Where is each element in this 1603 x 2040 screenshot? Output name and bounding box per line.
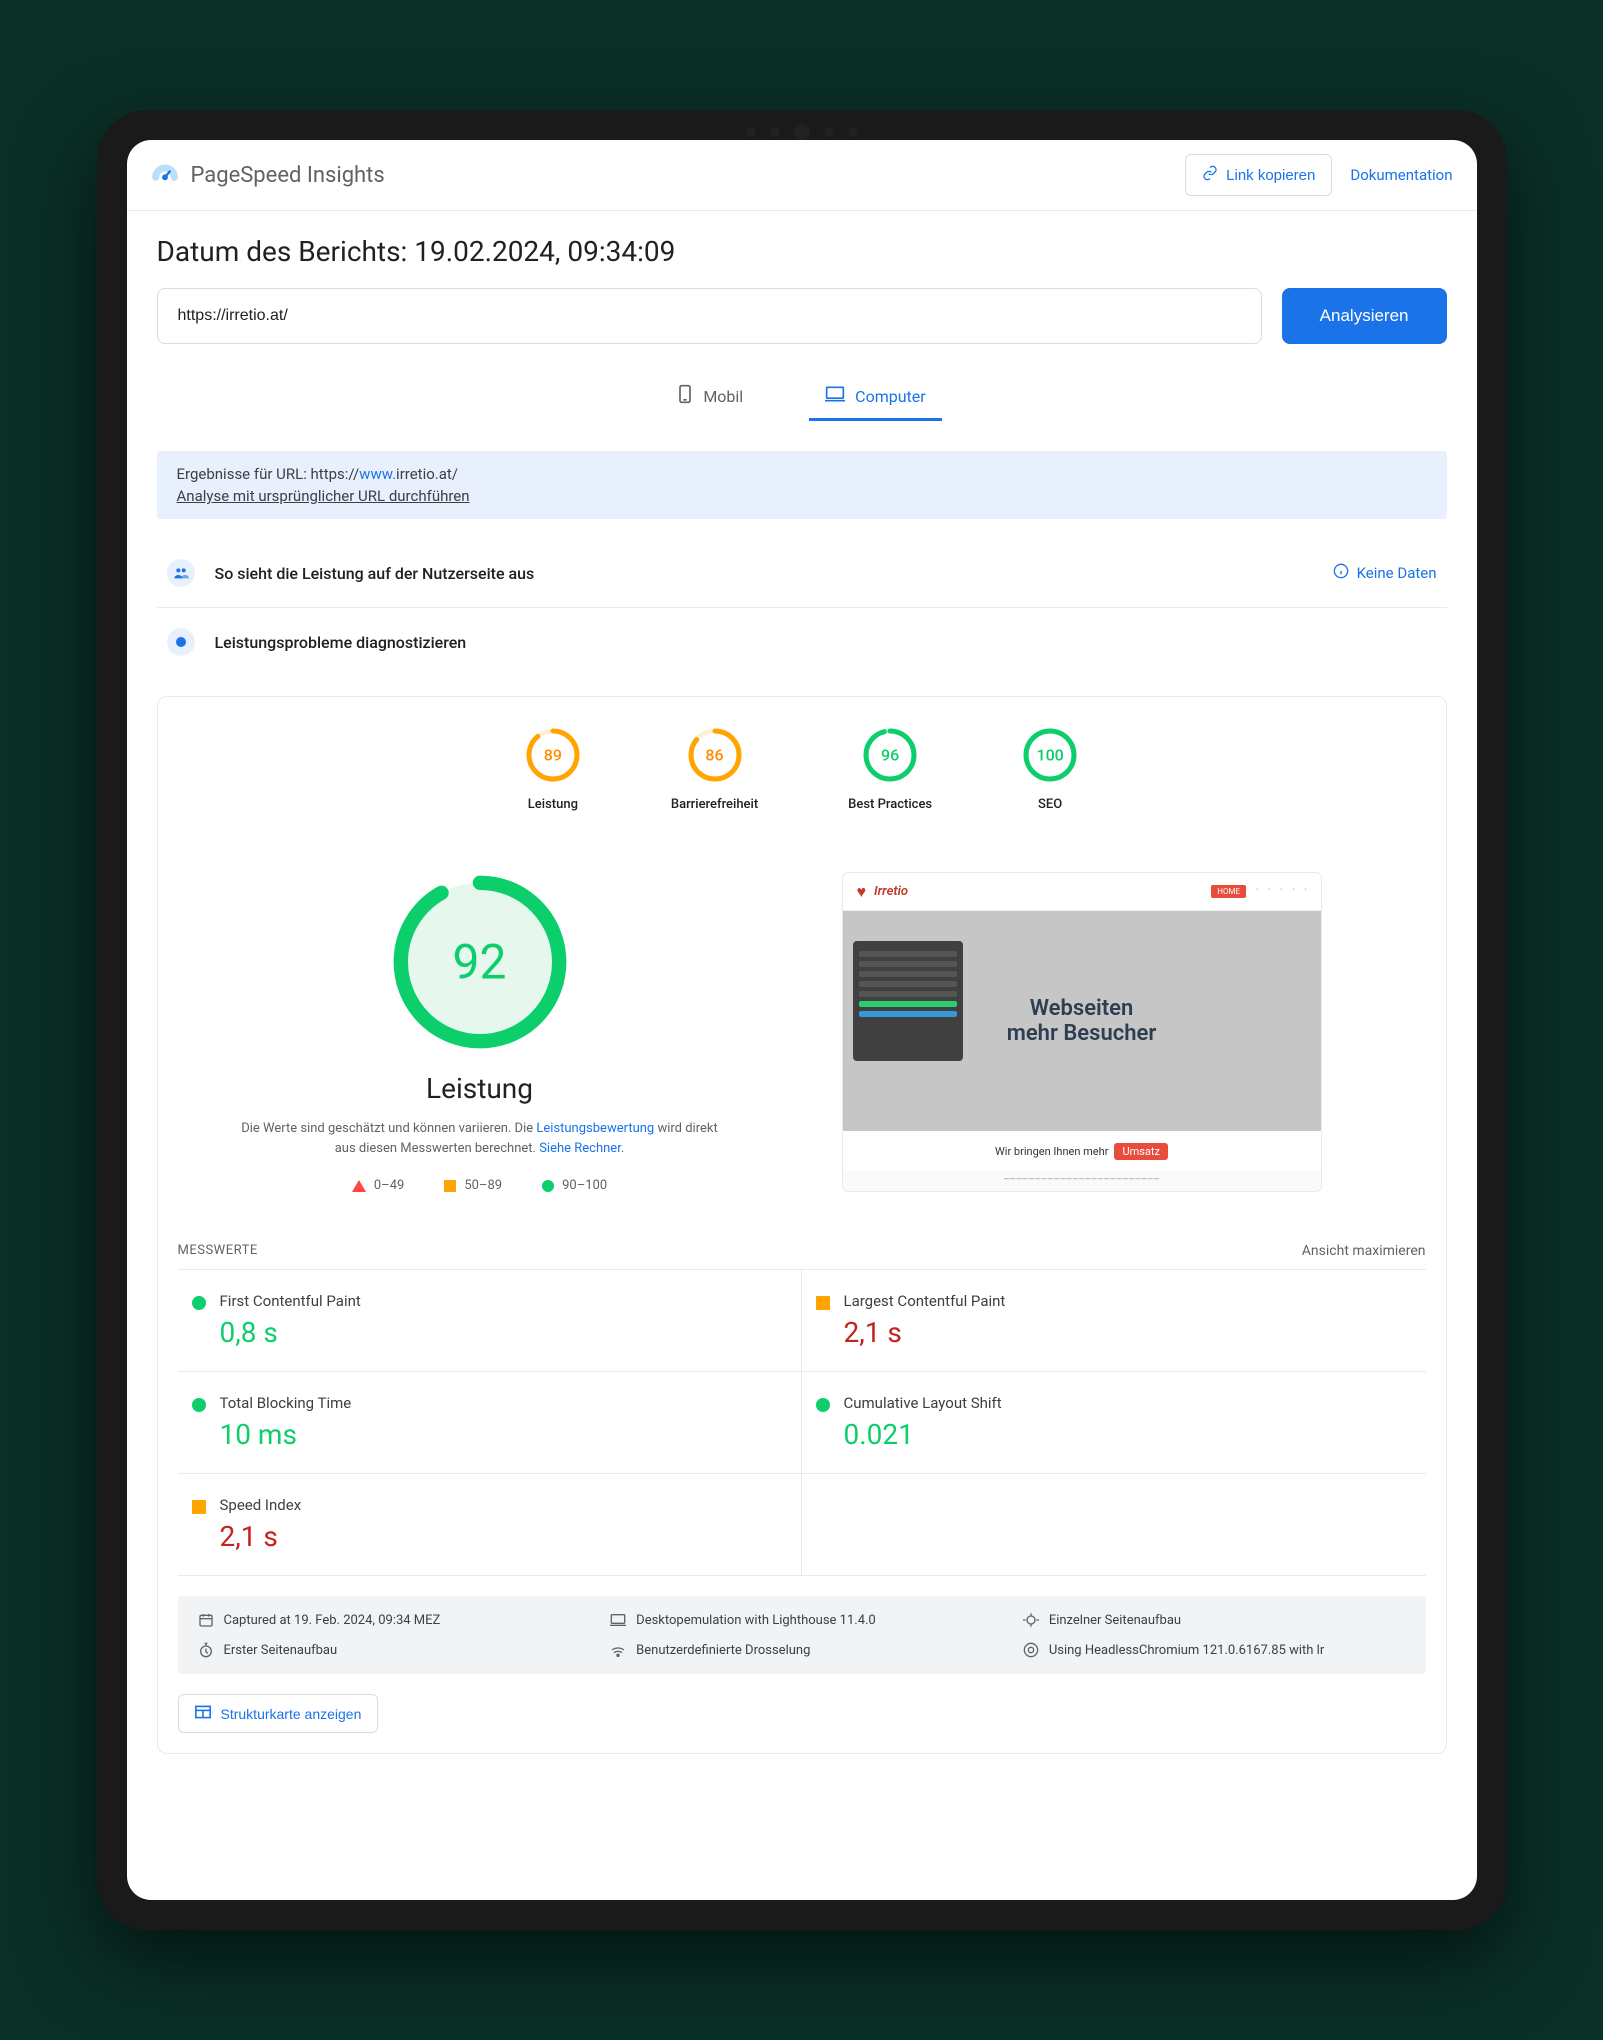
expand-view-link[interactable]: Ansicht maximieren [1302, 1243, 1426, 1259]
info-meta-icon [610, 1642, 626, 1658]
info-meta-icon [1023, 1642, 1039, 1658]
info-meta-icon [198, 1612, 214, 1628]
status-indicator-icon [816, 1398, 830, 1412]
info-meta-icon [1023, 1612, 1039, 1628]
show-treemap-button[interactable]: Strukturkarte anzeigen [178, 1694, 379, 1733]
tablet-frame: PageSpeed Insights Link kopieren Dokumen… [97, 110, 1507, 1930]
metric-total-blocking-time: Total Blocking Time 10 ms [178, 1372, 802, 1474]
no-data-badge: Keine Daten [1333, 563, 1437, 583]
triangle-red-icon [352, 1180, 366, 1192]
performance-label: Leistung [198, 1072, 762, 1105]
status-indicator-icon [192, 1296, 206, 1310]
pagespeed-logo-icon [151, 161, 179, 189]
metric-speed-index: Speed Index 2,1 s [178, 1474, 802, 1576]
score-legend: 0–49 50–89 90–100 [198, 1178, 762, 1193]
capture-info-item: Desktopemulation with Lighthouse 11.4.0 [610, 1612, 993, 1628]
info-meta-icon [610, 1612, 626, 1628]
info-meta-icon [198, 1642, 214, 1658]
mobile-icon [677, 384, 693, 408]
copy-link-button[interactable]: Link kopieren [1185, 154, 1332, 196]
link-icon [1202, 165, 1218, 185]
performance-description: Die Werte sind geschätzt und können vari… [240, 1119, 720, 1158]
status-indicator-icon [192, 1398, 206, 1412]
app-title: PageSpeed Insights [191, 163, 385, 188]
capture-info-item: Benutzerdefinierte Drosselung [610, 1642, 993, 1658]
diagnose-section-header: Leistungsprobleme diagnostizieren [157, 608, 1447, 676]
score-gauge-leistung[interactable]: 89 Leistung [525, 727, 581, 812]
score-gauge-barrierefreiheit[interactable]: 86 Barrierefreiheit [671, 727, 758, 812]
url-input[interactable] [157, 288, 1262, 344]
status-indicator-icon [192, 1500, 206, 1514]
analyze-button[interactable]: Analysieren [1282, 288, 1447, 344]
users-icon [167, 559, 195, 587]
app-screen: PageSpeed Insights Link kopieren Dokumen… [127, 140, 1477, 1900]
capture-info-item: Einzelner Seitenaufbau [1023, 1612, 1406, 1628]
rerun-original-url-link[interactable]: Analyse mit ursprünglicher URL durchführ… [177, 487, 1427, 505]
lighthouse-card: 89 Leistung 86 Barrierefreiheit 96 Best … [157, 696, 1447, 1754]
tab-desktop[interactable]: Computer [809, 374, 942, 421]
documentation-link[interactable]: Dokumentation [1350, 166, 1452, 184]
capture-environment-info: Captured at 19. Feb. 2024, 09:34 MEZ Desk… [178, 1596, 1426, 1674]
heart-icon: ♥ [857, 882, 867, 902]
page-screenshot-thumbnail: ♥ Irretio HOME····· Webseitenmehr Besuch… [842, 872, 1322, 1192]
treemap-icon [195, 1705, 211, 1722]
info-icon [1333, 563, 1349, 583]
target-icon [167, 628, 195, 656]
tablet-camera [746, 124, 858, 140]
results-url-banner: Ergebnisse für URL: https://www.irretio.… [157, 451, 1447, 519]
tab-mobile[interactable]: Mobil [661, 374, 759, 421]
app-header: PageSpeed Insights Link kopieren Dokumen… [127, 140, 1477, 211]
capture-info-item: Captured at 19. Feb. 2024, 09:34 MEZ [198, 1612, 581, 1628]
score-gauge-seo[interactable]: 100 SEO [1022, 727, 1078, 812]
calculator-link[interactable]: Siehe Rechner [539, 1141, 621, 1156]
score-gauge-best practices[interactable]: 96 Best Practices [848, 727, 932, 812]
performance-gauge: 92 [390, 872, 570, 1052]
ux-section-header: So sieht die Leistung auf der Nutzerseit… [157, 539, 1447, 608]
metric-cumulative-layout-shift: Cumulative Layout Shift 0.021 [802, 1372, 1426, 1474]
metric-first-contentful-paint: First Contentful Paint 0,8 s [178, 1270, 802, 1372]
metric-largest-contentful-paint: Largest Contentful Paint 2,1 s [802, 1270, 1426, 1372]
report-date-title: Datum des Berichts: 19.02.2024, 09:34:09 [157, 235, 1447, 268]
capture-info-item: Erster Seitenaufbau [198, 1642, 581, 1658]
capture-info-item: Using HeadlessChromium 121.0.6167.85 wit… [1023, 1642, 1406, 1658]
metrics-heading: MESSWERTE [178, 1243, 258, 1259]
desktop-icon [825, 385, 845, 407]
scoring-link[interactable]: Leistungsbewertung [536, 1121, 654, 1136]
dot-green-icon [542, 1180, 554, 1192]
square-orange-icon [444, 1180, 456, 1192]
status-indicator-icon [816, 1296, 830, 1310]
